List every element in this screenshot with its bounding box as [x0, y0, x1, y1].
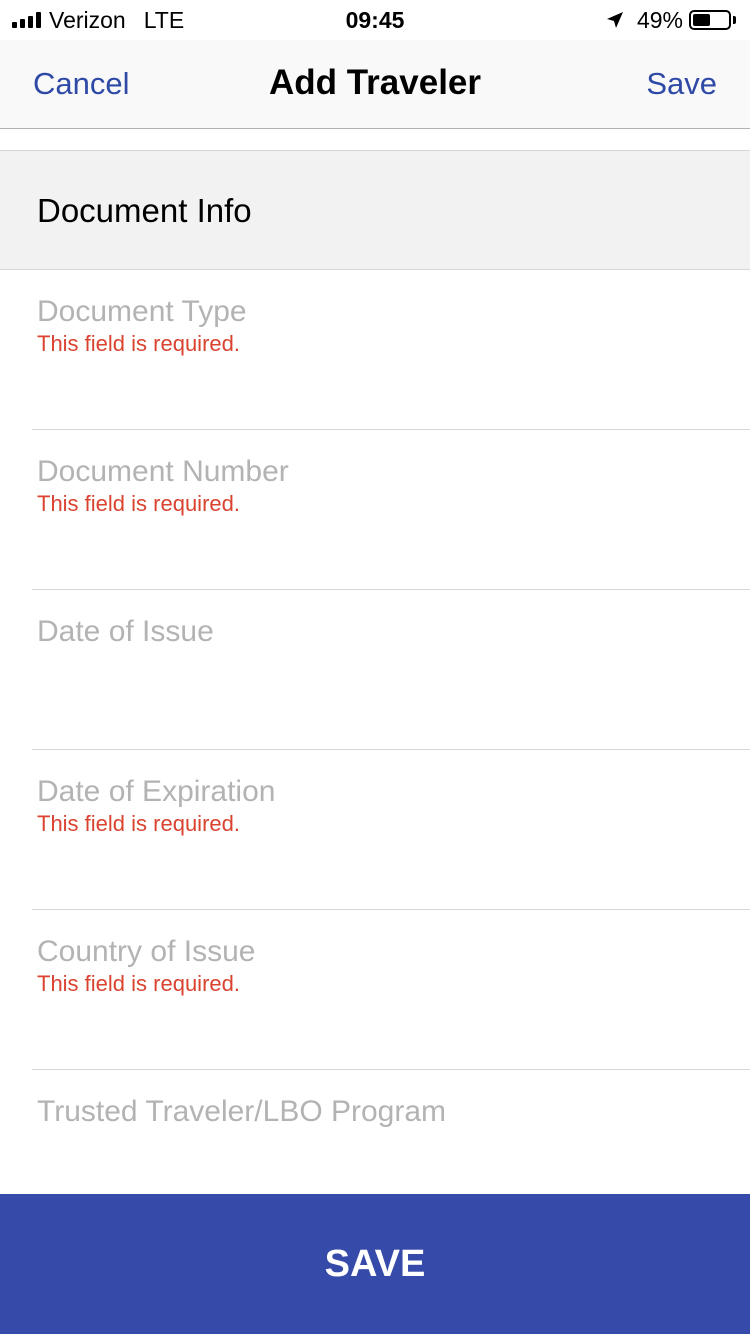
nav-save-button[interactable]: Save: [646, 64, 717, 104]
screen: Verizon LTE 09:45 49% Cancel Add Travele…: [0, 0, 750, 1334]
battery-nub: [733, 16, 736, 24]
battery-percent: 49%: [636, 6, 683, 33]
navigation-bar: Cancel Add Traveler Save: [0, 40, 750, 129]
section-header: Document Info: [0, 150, 750, 270]
document-number-field[interactable]: Document Number This field is required.: [0, 430, 750, 590]
document-type-field[interactable]: Document Type This field is required.: [0, 270, 750, 430]
form-list: Document Type This field is required. Do…: [0, 270, 750, 1230]
battery-icon: [689, 10, 731, 30]
field-label: Document Type: [37, 295, 247, 328]
country-of-issue-field[interactable]: Country of Issue This field is required.: [0, 910, 750, 1070]
field-label: Country of Issue: [37, 935, 256, 968]
battery-level: [693, 14, 710, 26]
field-label: Date of Issue: [37, 615, 214, 648]
field-error: This field is required.: [37, 331, 240, 356]
field-label: Document Number: [37, 455, 289, 488]
page-title: Add Traveler: [268, 63, 482, 102]
field-error: This field is required.: [37, 811, 240, 836]
status-bar-right: 49%: [605, 6, 736, 34]
location-arrow-icon: [605, 10, 625, 30]
field-error: This field is required.: [37, 491, 240, 516]
save-button-label: SAVE: [324, 1243, 426, 1285]
status-bar: Verizon LTE 09:45 49%: [0, 0, 750, 40]
section-title: Document Info: [37, 192, 252, 229]
date-of-issue-field[interactable]: Date of Issue: [0, 590, 750, 750]
field-label: Trusted Traveler/LBO Program: [37, 1095, 447, 1128]
save-button[interactable]: SAVE: [0, 1194, 750, 1334]
field-label: Date of Expiration: [37, 775, 276, 808]
date-of-expiration-field[interactable]: Date of Expiration This field is require…: [0, 750, 750, 910]
field-error: This field is required.: [37, 971, 240, 996]
